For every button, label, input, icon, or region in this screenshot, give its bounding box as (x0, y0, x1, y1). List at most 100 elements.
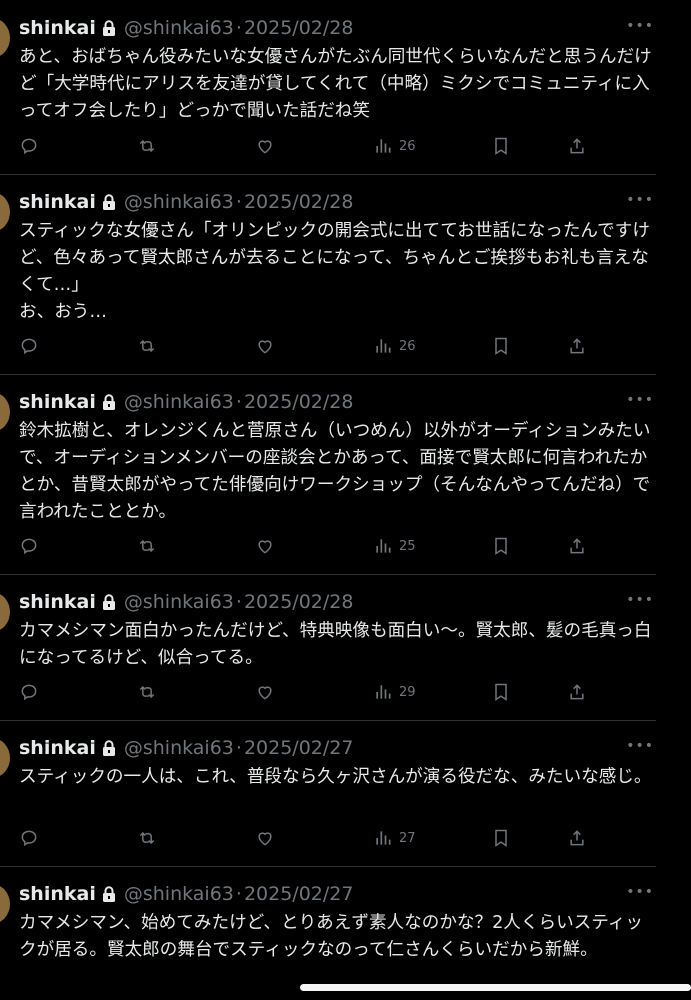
bookmark-button[interactable] (491, 534, 511, 558)
display-name[interactable]: shinkai (19, 737, 96, 759)
timestamp[interactable]: 2025/02/27 (244, 737, 354, 759)
reply-button[interactable] (19, 134, 39, 158)
handle[interactable]: @shinkai63 (124, 191, 234, 213)
tweet[interactable]: shinkai @shinkai63 · 2025/02/28 ••• 鈴木拡樹… (0, 374, 656, 575)
timestamp[interactable]: 2025/02/28 (244, 191, 354, 213)
bookmark-button[interactable] (491, 334, 511, 358)
bookmark-button[interactable] (491, 680, 511, 704)
retweet-button[interactable] (137, 534, 157, 558)
lock-icon (102, 594, 116, 610)
reply-icon (21, 684, 37, 701)
display-name[interactable]: shinkai (19, 17, 96, 39)
timestamp[interactable]: 2025/02/28 (244, 391, 354, 413)
like-button[interactable] (255, 680, 275, 704)
bookmark-button[interactable] (491, 134, 511, 158)
tweet[interactable]: shinkai @shinkai63 · 2025/02/28 ••• カマメシ… (0, 574, 656, 721)
like-button[interactable] (255, 534, 275, 558)
retweet-button[interactable] (137, 826, 157, 850)
share-button[interactable] (567, 134, 587, 158)
tweet-header: shinkai @shinkai63 · 2025/02/27 (19, 880, 353, 908)
display-name[interactable]: shinkai (19, 591, 96, 613)
tweet[interactable]: shinkai @shinkai63 · 2025/02/27 ••• カマメシ… (0, 866, 656, 1000)
timestamp[interactable]: 2025/02/27 (244, 883, 354, 905)
handle[interactable]: @shinkai63 (124, 591, 234, 613)
display-name[interactable]: shinkai (19, 391, 96, 413)
avatar[interactable] (0, 592, 10, 632)
tweet[interactable]: shinkai @shinkai63 · 2025/02/28 ••• スティッ… (0, 174, 656, 375)
like-button[interactable] (255, 826, 275, 850)
tweet[interactable]: shinkai @shinkai63 · 2025/02/28 ••• あと、お… (0, 0, 656, 175)
views-count: 26 (399, 138, 416, 154)
display-name[interactable]: shinkai (19, 191, 96, 213)
timestamp[interactable]: 2025/02/28 (244, 591, 354, 613)
retweet-button[interactable] (137, 334, 157, 358)
views-icon (376, 139, 391, 153)
views-icon (376, 339, 391, 353)
reply-button[interactable] (19, 534, 39, 558)
bookmark-icon (495, 683, 507, 701)
action-bar: 26 (19, 334, 619, 358)
bookmark-button[interactable] (491, 826, 511, 850)
more-icon[interactable]: ••• (626, 592, 654, 608)
avatar[interactable] (0, 392, 10, 432)
views-button[interactable]: 27 (373, 826, 416, 850)
lock-icon (102, 194, 116, 210)
share-button[interactable] (567, 334, 587, 358)
reply-icon (21, 830, 37, 847)
display-name[interactable]: shinkai (19, 883, 96, 905)
reply-icon (21, 538, 37, 555)
bookmark-icon (495, 537, 507, 555)
avatar[interactable] (0, 18, 10, 58)
separator: · (235, 883, 242, 905)
avatar[interactable] (0, 192, 10, 232)
views-button[interactable]: 25 (373, 534, 416, 558)
retweet-icon (139, 339, 155, 353)
handle[interactable]: @shinkai63 (124, 737, 234, 759)
reply-button[interactable] (19, 826, 39, 850)
handle[interactable]: @shinkai63 (124, 883, 234, 905)
separator: · (235, 591, 242, 613)
action-bar: 29 (19, 680, 619, 704)
like-button[interactable] (255, 134, 275, 158)
timestamp[interactable]: 2025/02/28 (244, 17, 354, 39)
avatar[interactable] (0, 738, 10, 778)
views-button[interactable]: 26 (373, 134, 416, 158)
handle[interactable]: @shinkai63 (124, 17, 234, 39)
tweet-text: スティックな女優さん「オリンピックの開会式に出ててお世話になったんですけど、色々… (19, 221, 650, 322)
lock-icon (102, 886, 116, 902)
share-icon (570, 138, 584, 154)
views-button[interactable]: 29 (373, 680, 416, 704)
share-icon (570, 684, 584, 700)
more-icon[interactable]: ••• (626, 192, 654, 208)
heart-icon (258, 832, 272, 846)
more-icon[interactable]: ••• (626, 392, 654, 408)
reply-button[interactable] (19, 334, 39, 358)
heart-icon (258, 686, 272, 700)
more-icon[interactable]: ••• (626, 884, 654, 900)
views-count: 27 (399, 830, 416, 846)
reply-button[interactable] (19, 680, 39, 704)
share-button[interactable] (567, 826, 587, 850)
retweet-icon (139, 831, 155, 845)
more-icon[interactable]: ••• (626, 18, 654, 34)
tweet-header: shinkai @shinkai63 · 2025/02/28 (19, 14, 353, 42)
tweet-text: あと、おばちゃん役みたいな女優さんがたぶん同世代くらいなんだと思うんだけど「大学… (19, 47, 652, 121)
heart-icon (258, 540, 272, 554)
avatar[interactable] (0, 884, 10, 924)
retweet-button[interactable] (137, 134, 157, 158)
like-button[interactable] (255, 334, 275, 358)
separator: · (235, 17, 242, 39)
tweet[interactable]: shinkai @shinkai63 · 2025/02/27 ••• スティッ… (0, 720, 656, 867)
share-button[interactable] (567, 680, 587, 704)
scrollbar[interactable] (300, 984, 691, 991)
share-icon (570, 830, 584, 846)
retweet-button[interactable] (137, 680, 157, 704)
share-button[interactable] (567, 534, 587, 558)
handle[interactable]: @shinkai63 (124, 391, 234, 413)
views-count: 25 (399, 538, 416, 554)
views-button[interactable]: 26 (373, 334, 416, 358)
tweet-text: 鈴木拡樹と、オレンジくんと菅原さん（いつめん）以外がオーディションみたいで、オー… (19, 421, 651, 522)
reply-icon (21, 138, 37, 155)
lock-icon (102, 20, 116, 36)
more-icon[interactable]: ••• (626, 738, 654, 754)
